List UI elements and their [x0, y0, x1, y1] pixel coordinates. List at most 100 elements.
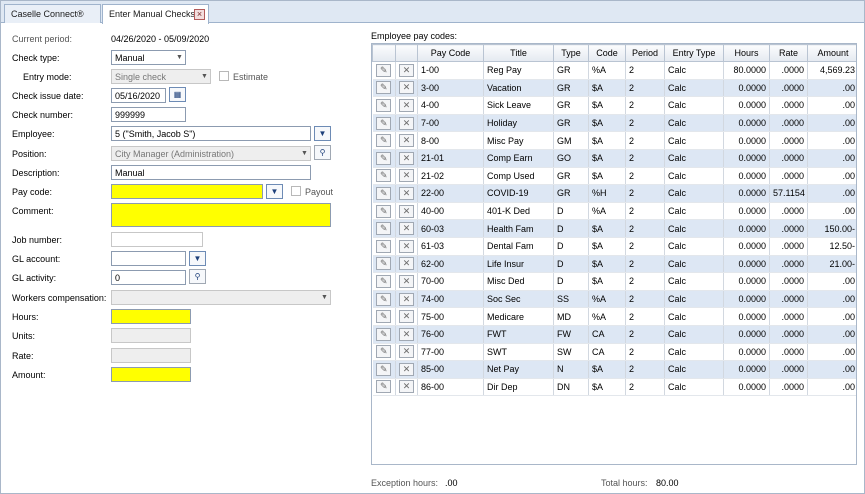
column-header[interactable]: Hours	[723, 44, 770, 62]
pencil-icon[interactable]: ✎	[376, 186, 392, 200]
delete-x-icon[interactable]: ✕	[399, 98, 414, 112]
pay-code-cell[interactable]: 62-00	[417, 255, 484, 274]
table-row[interactable]: ✎ ✕ 4-00 Sick Leave GR $A 2 Calc 0.0000.0000.00	[372, 96, 856, 115]
table-row[interactable]: ✎ ✕ 8-00 Misc Pay GM $A 2 Calc 0.0000.0000.00	[372, 131, 856, 150]
period-cell[interactable]: 2	[625, 325, 665, 344]
title-cell[interactable]: Soc Sec	[483, 290, 554, 309]
pay-code-cell[interactable]: 77-00	[417, 343, 484, 362]
rate-cell[interactable]: .0000	[769, 149, 808, 168]
entry-type-cell[interactable]: Calc	[664, 290, 724, 309]
table-row[interactable]: ✎ ✕ 85-00 Net Pay N $A 2 Calc 0.0000.0000.00	[372, 360, 856, 379]
column-header[interactable]: Amount	[807, 44, 856, 62]
hours-cell[interactable]: 80.0000	[723, 61, 770, 80]
rate-cell[interactable]: .0000	[769, 307, 808, 326]
rate-input[interactable]	[111, 348, 191, 363]
amount-input[interactable]	[111, 367, 191, 382]
rate-cell[interactable]: .0000	[769, 343, 808, 362]
pencil-icon[interactable]: ✎	[376, 134, 392, 148]
code-cell[interactable]: $A	[588, 149, 626, 168]
rate-cell[interactable]: .0000	[769, 131, 808, 150]
hours-cell[interactable]: 0.0000	[723, 272, 770, 291]
table-row[interactable]: ✎ ✕ 61-03 Dental Fam D $A 2 Calc 0.0000.0000 12.5…	[372, 237, 856, 256]
period-cell[interactable]: 2	[625, 378, 665, 397]
rate-cell[interactable]: .0000	[769, 290, 808, 309]
type-cell[interactable]: N	[553, 360, 589, 379]
hours-cell[interactable]: 0.0000	[723, 79, 770, 98]
pay-code-cell[interactable]: 8-00	[417, 131, 484, 150]
type-cell[interactable]: GR	[553, 184, 589, 203]
period-cell[interactable]: 2	[625, 272, 665, 291]
calendar-icon[interactable]: ▦	[169, 87, 186, 102]
binoculars-icon[interactable]: ⚲	[314, 145, 331, 160]
job-number-input[interactable]	[111, 232, 203, 247]
type-cell[interactable]: GR	[553, 79, 589, 98]
employee-dropdown-button[interactable]: ▼	[314, 126, 331, 141]
rate-cell[interactable]: .0000	[769, 272, 808, 291]
type-cell[interactable]: D	[553, 202, 589, 221]
employee-input[interactable]: 5 ("Smith, Jacob S")	[111, 126, 311, 141]
pay-code-cell[interactable]: 4-00	[417, 96, 484, 115]
rate-cell[interactable]: .0000	[769, 167, 808, 186]
table-row[interactable]: ✎ ✕ 21-01 Comp Earn GO $A 2 Calc 0.0000.0000.00	[372, 149, 856, 168]
table-row[interactable]: ✎ ✕ 22-00 COVID-19 GR %H 2 Calc 0.0000 57.1154.00	[372, 184, 856, 203]
period-cell[interactable]: 2	[625, 79, 665, 98]
pay-code-cell[interactable]: 40-00	[417, 202, 484, 221]
pencil-icon[interactable]: ✎	[376, 310, 392, 324]
pay-code-cell[interactable]: 60-03	[417, 219, 484, 238]
pencil-icon[interactable]: ✎	[376, 274, 392, 288]
table-row[interactable]: ✎ ✕ 62-00 Life Insur D $A 2 Calc 0.0000.0000 21.0…	[372, 255, 856, 274]
title-cell[interactable]: Misc Pay	[483, 131, 554, 150]
hours-cell[interactable]: 0.0000	[723, 290, 770, 309]
hours-cell[interactable]: 0.0000	[723, 219, 770, 238]
table-row[interactable]: ✎ ✕ 60-03 Health Fam D $A 2 Calc 0.0000.0000 150.…	[372, 219, 856, 238]
title-cell[interactable]: 401-K Ded	[483, 202, 554, 221]
rate-cell[interactable]: .0000	[769, 237, 808, 256]
type-cell[interactable]: SS	[553, 290, 589, 309]
delete-x-icon[interactable]: ✕	[399, 257, 414, 271]
amount-cell[interactable]: .00	[807, 79, 856, 98]
entry-type-cell[interactable]: Calc	[664, 343, 724, 362]
pencil-icon[interactable]: ✎	[376, 63, 392, 77]
title-cell[interactable]: Life Insur	[483, 255, 554, 274]
rate-cell[interactable]: .0000	[769, 360, 808, 379]
pencil-icon[interactable]: ✎	[376, 204, 392, 218]
entry-type-cell[interactable]: Calc	[664, 325, 724, 344]
hours-cell[interactable]: 0.0000	[723, 184, 770, 203]
entry-type-cell[interactable]: Calc	[664, 114, 724, 133]
pay-code-cell[interactable]: 21-01	[417, 149, 484, 168]
pay-code-cell[interactable]: 3-00	[417, 79, 484, 98]
pay-code-dropdown-button[interactable]: ▼	[266, 184, 283, 199]
entry-type-cell[interactable]: Calc	[664, 61, 724, 80]
period-cell[interactable]: 2	[625, 149, 665, 168]
hours-cell[interactable]: 0.0000	[723, 149, 770, 168]
title-cell[interactable]: Comp Earn	[483, 149, 554, 168]
delete-x-icon[interactable]: ✕	[399, 345, 414, 359]
pencil-icon[interactable]: ✎	[376, 380, 392, 394]
period-cell[interactable]: 2	[625, 307, 665, 326]
rate-cell[interactable]: 57.1154	[769, 184, 808, 203]
amount-cell[interactable]: .00	[807, 149, 856, 168]
pencil-icon[interactable]: ✎	[376, 292, 392, 306]
amount-cell[interactable]: 150.00-	[807, 219, 856, 238]
entry-type-cell[interactable]: Calc	[664, 149, 724, 168]
entry-type-cell[interactable]: Calc	[664, 255, 724, 274]
pay-code-cell[interactable]: 7-00	[417, 114, 484, 133]
period-cell[interactable]: 2	[625, 167, 665, 186]
entry-type-cell[interactable]: Calc	[664, 378, 724, 397]
binoculars-icon[interactable]: ⚲	[189, 269, 206, 284]
pay-code-cell[interactable]: 74-00	[417, 290, 484, 309]
period-cell[interactable]: 2	[625, 343, 665, 362]
title-cell[interactable]: Health Fam	[483, 219, 554, 238]
entry-type-cell[interactable]: Calc	[664, 360, 724, 379]
code-cell[interactable]: %A	[588, 307, 626, 326]
pencil-icon[interactable]: ✎	[376, 345, 392, 359]
pencil-icon[interactable]: ✎	[376, 362, 392, 376]
delete-x-icon[interactable]: ✕	[399, 186, 414, 200]
column-header[interactable]: Rate	[769, 44, 808, 62]
amount-cell[interactable]: 4,569.23	[807, 61, 856, 80]
table-row[interactable]: ✎ ✕ 7-00 Holiday GR $A 2 Calc 0.0000.0000.00	[372, 114, 856, 133]
hours-cell[interactable]: 0.0000	[723, 114, 770, 133]
hours-cell[interactable]: 0.0000	[723, 167, 770, 186]
pencil-icon[interactable]: ✎	[376, 151, 392, 165]
amount-cell[interactable]: .00	[807, 131, 856, 150]
